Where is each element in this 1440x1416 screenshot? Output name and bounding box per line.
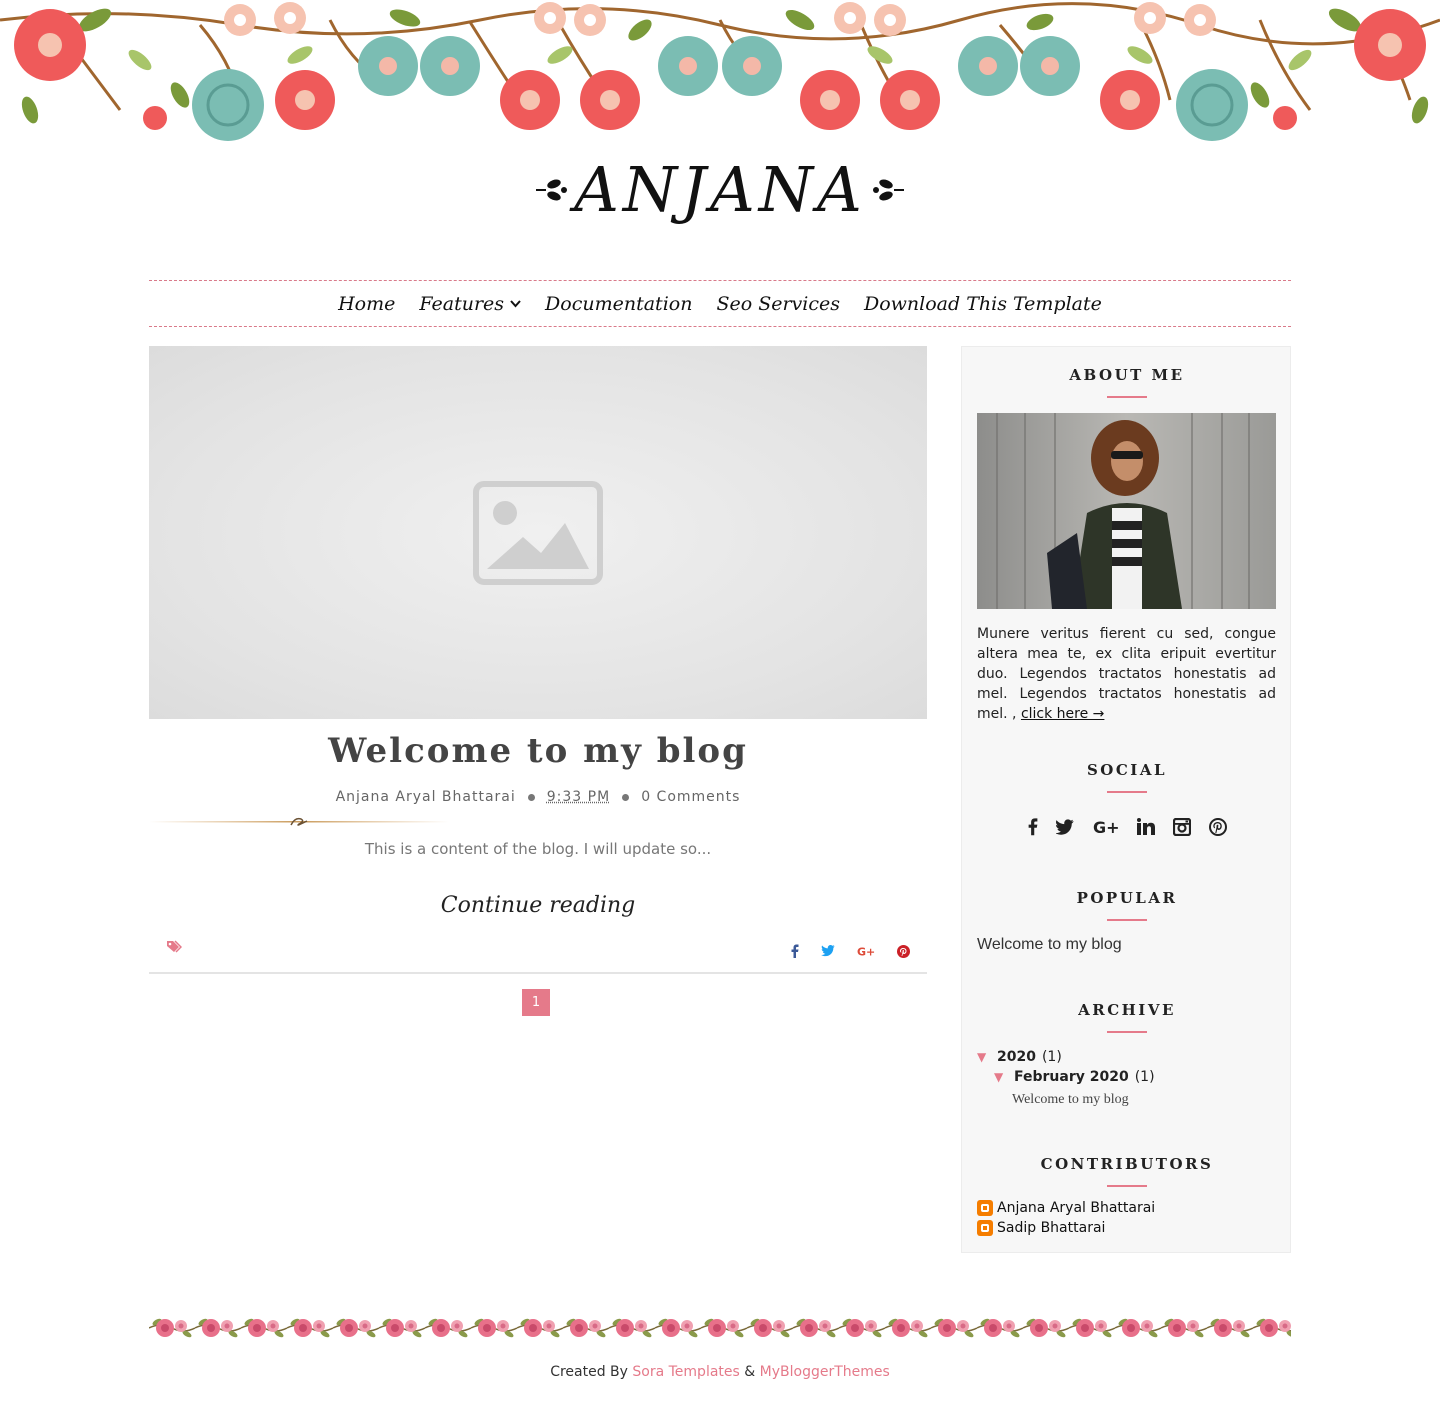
- svg-text:G+: G+: [857, 946, 875, 958]
- blogger-icon: [977, 1200, 993, 1216]
- footer-created-by: Created By: [550, 1364, 633, 1380]
- main-navigation: Home Features Documentation Seo Services…: [149, 280, 1291, 327]
- post-meta: Anjana Aryal Bhattarai 9:33 PM 0 Comment…: [149, 786, 927, 808]
- site-logo[interactable]: ANJANA: [0, 142, 1440, 237]
- archive-month-link[interactable]: February 2020: [1014, 1069, 1129, 1085]
- nav-features-label: Features: [419, 292, 505, 315]
- chevron-down-icon: [510, 299, 521, 307]
- meta-separator-dot: [527, 793, 535, 801]
- contributor-name: Sadip Bhattarai: [997, 1220, 1106, 1236]
- twitter-icon[interactable]: [821, 945, 835, 957]
- footer-link-sora-templates[interactable]: Sora Templates: [632, 1364, 739, 1380]
- archive-title: ARCHIVE: [1078, 1001, 1176, 1019]
- footer-ampersand: &: [739, 1364, 760, 1380]
- continue-reading-link[interactable]: Continue reading: [149, 888, 927, 924]
- site-title: ANJANA: [574, 152, 866, 226]
- floral-footer-border: [149, 1312, 1291, 1344]
- image-placeholder-icon: [473, 480, 603, 585]
- archive-month-row: ▼ February 2020 (1): [994, 1069, 1155, 1085]
- pinterest-icon[interactable]: [1208, 817, 1227, 840]
- floral-header-banner: [0, 0, 1440, 150]
- social-title: SOCIAL: [1086, 761, 1168, 779]
- footer-link-mybloggerthemes[interactable]: MyBloggerThemes: [760, 1364, 890, 1380]
- social-icons: G+: [962, 817, 1292, 840]
- sidebar: ABOUT ME Munere veritus fierent cu sed, …: [961, 346, 1291, 1253]
- footer-credit: Created By Sora Templates & MyBloggerThe…: [0, 1364, 1440, 1380]
- post-footer: G+: [149, 938, 927, 974]
- logo-ornament-right-icon: [872, 179, 904, 200]
- post-time[interactable]: 9:33 PM: [547, 789, 610, 805]
- twitter-icon[interactable]: [1054, 818, 1075, 839]
- nav-home-label: Home: [338, 292, 396, 315]
- about-me-click-here-link[interactable]: click here →: [1021, 706, 1104, 722]
- post-comments[interactable]: 0 Comments: [641, 789, 740, 805]
- nav-documentation[interactable]: Documentation: [545, 293, 692, 315]
- post-snippet: This is a content of the blog. I will up…: [364, 840, 712, 858]
- blog-post: Welcome to my blog Anjana Aryal Bhattara…: [149, 346, 927, 974]
- contributor-link[interactable]: Sadip Bhattarai: [977, 1220, 1105, 1236]
- nav-seo-services[interactable]: Seo Services: [716, 293, 840, 315]
- title-underline: [1107, 791, 1147, 793]
- title-underline: [1107, 396, 1147, 398]
- nav-features[interactable]: Features: [419, 293, 521, 315]
- popular-title: POPULAR: [1076, 889, 1178, 907]
- nav-documentation-label: Documentation: [545, 292, 693, 315]
- about-me-title: ABOUT ME: [1069, 366, 1185, 384]
- about-me-photo: [977, 413, 1276, 609]
- facebook-icon[interactable]: [1028, 817, 1038, 840]
- nav-download-template-label: Download This Template: [863, 292, 1102, 315]
- archive-year-toggle[interactable]: ▼: [977, 1050, 991, 1064]
- title-underline: [1107, 1185, 1147, 1187]
- pagination-current-page[interactable]: 1: [522, 989, 550, 1016]
- svg-text:G+: G+: [1093, 818, 1119, 836]
- about-me-text: Munere veritus fierent cu sed, congue al…: [977, 624, 1276, 724]
- google-plus-icon[interactable]: G+: [1093, 818, 1120, 840]
- archive-year-link[interactable]: 2020: [997, 1049, 1036, 1065]
- share-buttons: G+: [791, 944, 910, 958]
- archive-month-count: (1): [1134, 1069, 1155, 1085]
- nav-home[interactable]: Home: [338, 293, 395, 315]
- nav-download-template[interactable]: Download This Template: [864, 293, 1102, 315]
- contributor-name: Anjana Aryal Bhattarai: [997, 1200, 1156, 1216]
- instagram-icon[interactable]: [1172, 817, 1191, 840]
- nav-seo-services-label: Seo Services: [716, 292, 840, 315]
- ornamental-divider-icon: [149, 817, 449, 826]
- facebook-icon[interactable]: [791, 944, 799, 958]
- archive-year-row: ▼ 2020 (1): [977, 1049, 1062, 1065]
- post-author[interactable]: Anjana Aryal Bhattarai: [336, 789, 516, 805]
- meta-separator-dot: [622, 793, 630, 801]
- popular-post-link[interactable]: Welcome to my blog: [977, 936, 1122, 954]
- linkedin-icon[interactable]: [1136, 818, 1155, 839]
- archive-month-toggle[interactable]: ▼: [994, 1070, 1008, 1084]
- logo-ornament-left-icon: [536, 179, 568, 200]
- tags-icon: [167, 940, 182, 953]
- post-thumbnail[interactable]: [149, 346, 927, 719]
- blogger-icon: [977, 1220, 993, 1236]
- google-plus-icon[interactable]: G+: [857, 945, 875, 958]
- archive-year-count: (1): [1041, 1049, 1062, 1065]
- title-underline: [1107, 1031, 1147, 1033]
- title-underline: [1107, 919, 1147, 921]
- pinterest-icon[interactable]: [897, 944, 910, 958]
- contributor-link[interactable]: Anjana Aryal Bhattarai: [977, 1200, 1155, 1216]
- contributors-title: CONTRIBUTORS: [1040, 1155, 1214, 1173]
- archive-post-link[interactable]: Welcome to my blog: [1012, 1092, 1129, 1108]
- post-title[interactable]: Welcome to my blog: [149, 729, 927, 773]
